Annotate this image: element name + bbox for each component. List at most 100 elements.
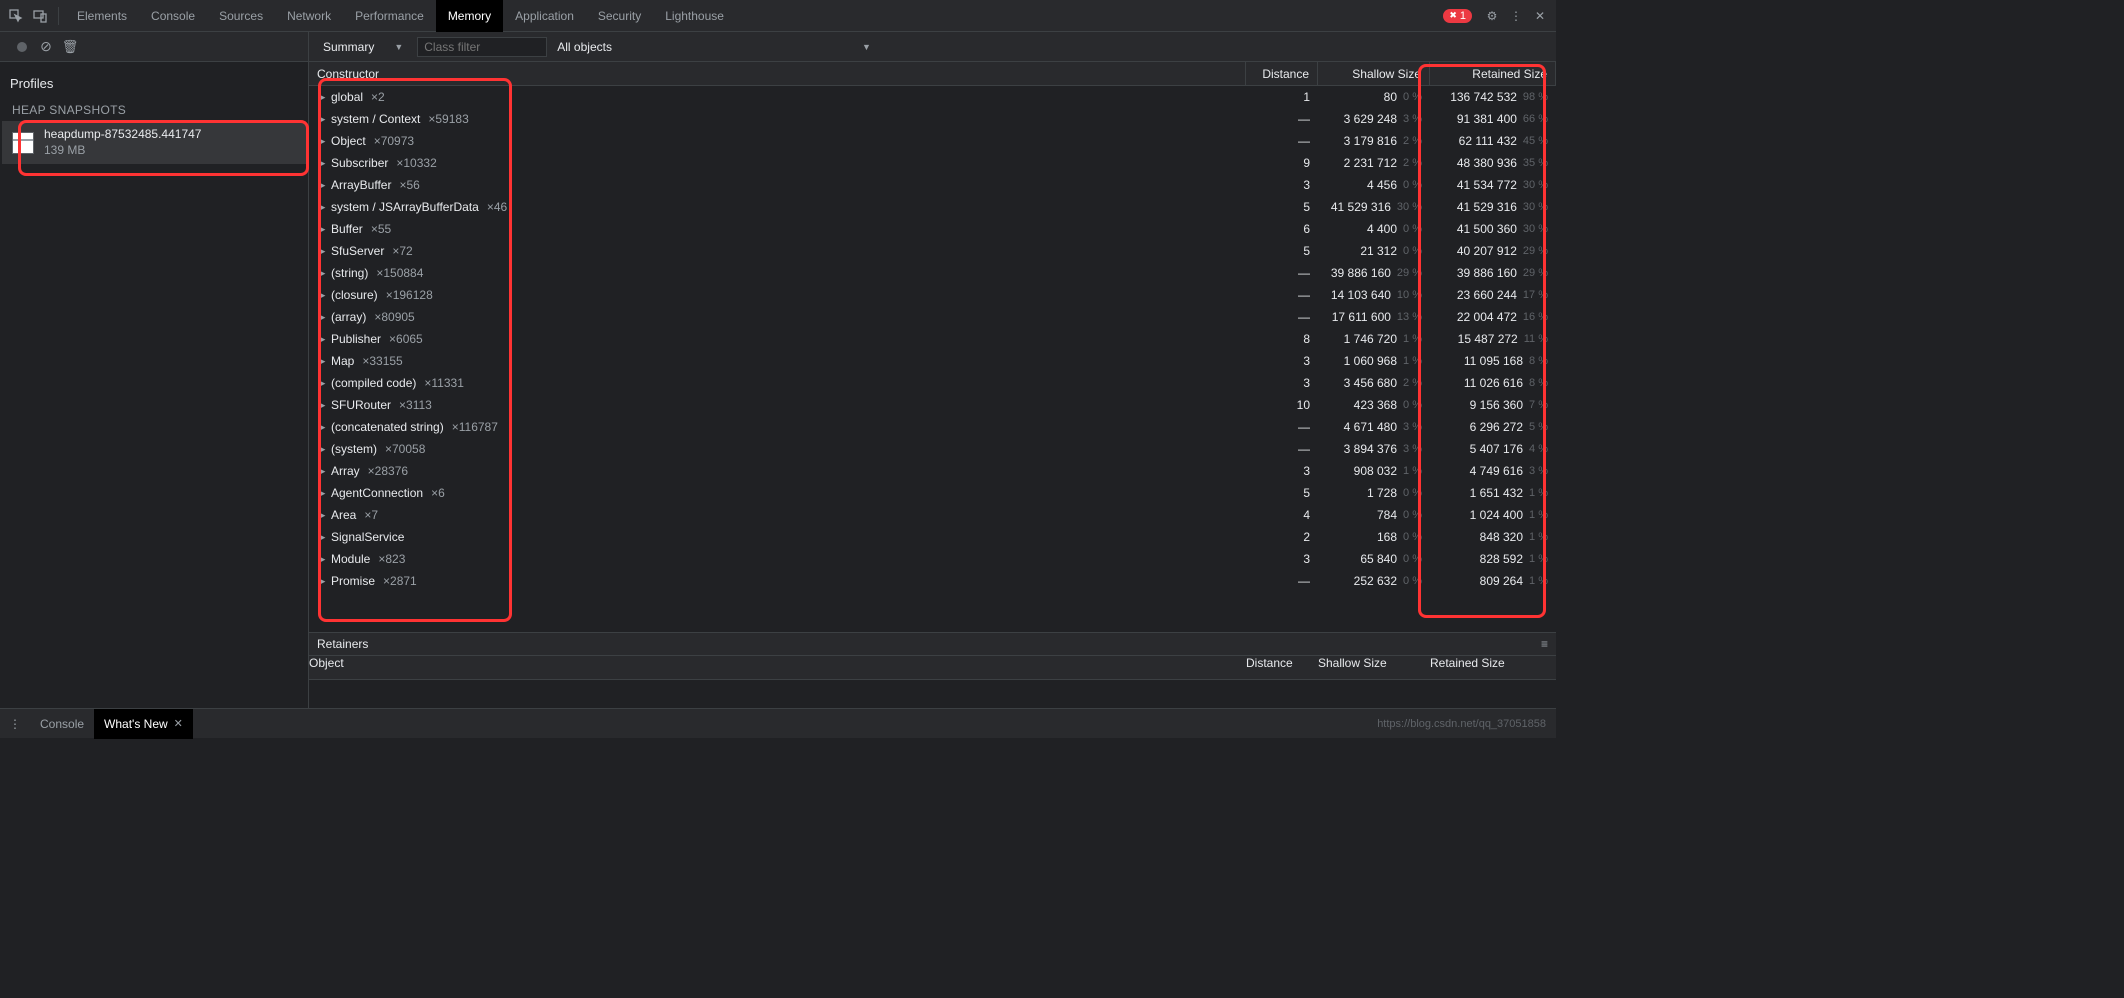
tab-memory[interactable]: Memory xyxy=(436,0,503,32)
inspect-icon[interactable] xyxy=(4,4,28,28)
disclosure-triangle-icon[interactable]: ▶ xyxy=(317,400,327,411)
disclosure-triangle-icon[interactable]: ▶ xyxy=(317,576,327,587)
disclosure-triangle-icon[interactable]: ▶ xyxy=(317,466,327,477)
retainers-menu-icon[interactable]: ≡ xyxy=(1541,637,1548,651)
table-row[interactable]: ▶Map×3315531 060 9681 %11 095 1688 % xyxy=(309,350,1556,372)
table-row[interactable]: ▶global×21800 %136 742 53298 % xyxy=(309,86,1556,108)
snapshot-size: 139 MB xyxy=(44,143,201,159)
constructor-name: Array xyxy=(331,464,360,478)
disclosure-triangle-icon[interactable]: ▶ xyxy=(317,158,327,169)
table-row[interactable]: ▶AgentConnection×651 7280 %1 651 4321 % xyxy=(309,482,1556,504)
disclosure-triangle-icon[interactable]: ▶ xyxy=(317,532,327,543)
retained-value: 1 024 400 xyxy=(1470,508,1523,522)
tab-sources[interactable]: Sources xyxy=(207,0,275,32)
devtools-panel: ElementsConsoleSourcesNetworkPerformance… xyxy=(0,0,1556,738)
tab-performance[interactable]: Performance xyxy=(343,0,436,32)
tab-elements[interactable]: Elements xyxy=(65,0,139,32)
retained-value: 22 004 472 xyxy=(1457,310,1517,324)
disclosure-triangle-icon[interactable]: ▶ xyxy=(317,136,327,147)
col-retained[interactable]: Retained Size xyxy=(1430,62,1556,85)
drawer-menu-icon[interactable]: ⋮ xyxy=(0,717,30,731)
disclosure-triangle-icon[interactable]: ▶ xyxy=(317,92,327,103)
shallow-value: 168 xyxy=(1377,530,1397,544)
snapshot-name: heapdump-87532485.441747 xyxy=(44,127,201,143)
tab-lighthouse[interactable]: Lighthouse xyxy=(653,0,736,32)
table-row[interactable]: ▶Subscriber×1033292 231 7122 %48 380 936… xyxy=(309,152,1556,174)
disclosure-triangle-icon[interactable]: ▶ xyxy=(317,488,327,499)
table-row[interactable]: ▶SfuServer×72521 3120 %40 207 91229 % xyxy=(309,240,1556,262)
delete-icon[interactable]: 🗑 xyxy=(58,35,82,59)
constructor-count: ×55 xyxy=(371,222,391,236)
settings-icon[interactable]: ⚙ xyxy=(1480,4,1504,28)
retainers-col-shallow[interactable]: Shallow Size xyxy=(1318,656,1430,679)
table-row[interactable]: ▶Area×747840 %1 024 4001 % xyxy=(309,504,1556,526)
col-constructor[interactable]: Constructor xyxy=(309,62,1246,85)
disclosure-triangle-icon[interactable]: ▶ xyxy=(317,268,327,279)
table-row[interactable]: ▶Promise×2871—252 6320 %809 2641 % xyxy=(309,570,1556,592)
class-filter-input[interactable] xyxy=(417,37,547,57)
disclosure-triangle-icon[interactable]: ▶ xyxy=(317,444,327,455)
disclosure-triangle-icon[interactable]: ▶ xyxy=(317,312,327,323)
disclosure-triangle-icon[interactable]: ▶ xyxy=(317,180,327,191)
drawer-tab-whatsnew[interactable]: What's New ✕ xyxy=(94,709,193,739)
distance-value: — xyxy=(1298,112,1310,126)
retainers-col-distance[interactable]: Distance xyxy=(1246,656,1318,679)
disclosure-triangle-icon[interactable]: ▶ xyxy=(317,422,327,433)
table-row[interactable]: ▶Buffer×5564 4000 %41 500 36030 % xyxy=(309,218,1556,240)
col-shallow[interactable]: Shallow Size xyxy=(1318,62,1430,85)
table-row[interactable]: ▶SFURouter×311310423 3680 %9 156 3607 % xyxy=(309,394,1556,416)
table-row[interactable]: ▶Module×823365 8400 %828 5921 % xyxy=(309,548,1556,570)
disclosure-triangle-icon[interactable]: ▶ xyxy=(317,356,327,367)
tab-security[interactable]: Security xyxy=(586,0,653,32)
table-row[interactable]: ▶(compiled code)×1133133 456 6802 %11 02… xyxy=(309,372,1556,394)
disclosure-triangle-icon[interactable]: ▶ xyxy=(317,510,327,521)
profiles-sidebar: Profiles HEAP SNAPSHOTS heapdump-8753248… xyxy=(0,62,309,708)
disclosure-triangle-icon[interactable]: ▶ xyxy=(317,554,327,565)
drawer-tabbar: ⋮ Console What's New ✕ https://blog.csdn… xyxy=(0,708,1556,738)
table-row[interactable]: ▶(concatenated string)×116787—4 671 4803… xyxy=(309,416,1556,438)
record-icon[interactable] xyxy=(10,35,34,59)
retainers-col-object[interactable]: Object xyxy=(309,656,1246,679)
profiles-title: Profiles xyxy=(0,68,308,99)
device-toggle-icon[interactable] xyxy=(28,4,52,28)
table-row[interactable]: ▶system / Context×59183—3 629 2483 %91 3… xyxy=(309,108,1556,130)
table-row[interactable]: ▶(string)×150884—39 886 16029 %39 886 16… xyxy=(309,262,1556,284)
table-row[interactable]: ▶Object×70973—3 179 8162 %62 111 43245 % xyxy=(309,130,1556,152)
scope-dropdown[interactable]: All objects ▼ xyxy=(557,40,871,54)
disclosure-triangle-icon[interactable]: ▶ xyxy=(317,224,327,235)
retained-value: 15 487 272 xyxy=(1458,332,1518,346)
col-distance[interactable]: Distance xyxy=(1246,62,1318,85)
tab-console[interactable]: Console xyxy=(139,0,207,32)
retainers-col-retained[interactable]: Retained Size xyxy=(1430,656,1556,679)
table-row[interactable]: ▶Publisher×606581 746 7201 %15 487 27211… xyxy=(309,328,1556,350)
more-icon[interactable]: ⋮ xyxy=(1504,4,1528,28)
table-row[interactable]: ▶system / JSArrayBufferData×46541 529 31… xyxy=(309,196,1556,218)
table-row[interactable]: ▶Array×283763908 0321 %4 749 6163 % xyxy=(309,460,1556,482)
disclosure-triangle-icon[interactable]: ▶ xyxy=(317,202,327,213)
table-row[interactable]: ▶(closure)×196128—14 103 64010 %23 660 2… xyxy=(309,284,1556,306)
table-row[interactable]: ▶ArrayBuffer×5634 4560 %41 534 77230 % xyxy=(309,174,1556,196)
constructor-count: ×10332 xyxy=(396,156,436,170)
disclosure-triangle-icon[interactable]: ▶ xyxy=(317,334,327,345)
tab-application[interactable]: Application xyxy=(503,0,586,32)
disclosure-triangle-icon[interactable]: ▶ xyxy=(317,246,327,257)
disclosure-triangle-icon[interactable]: ▶ xyxy=(317,378,327,389)
table-row[interactable]: ▶SignalService21680 %848 3201 % xyxy=(309,526,1556,548)
view-dropdown[interactable]: Summary ▼ xyxy=(319,40,407,54)
table-row[interactable]: ▶(system)×70058—3 894 3763 %5 407 1764 % xyxy=(309,438,1556,460)
retained-pct: 16 % xyxy=(1523,311,1548,323)
disclosure-triangle-icon[interactable]: ▶ xyxy=(317,290,327,301)
grid-body[interactable]: ▶global×21800 %136 742 53298 %▶system / … xyxy=(309,86,1556,632)
clear-icon[interactable]: ⊘ xyxy=(34,35,58,59)
retained-value: 39 886 160 xyxy=(1457,266,1517,280)
close-icon[interactable]: ✕ xyxy=(174,717,183,730)
close-icon[interactable]: ✕ xyxy=(1528,4,1552,28)
retained-pct: 1 % xyxy=(1529,531,1548,543)
table-row[interactable]: ▶(array)×80905—17 611 60013 %22 004 4721… xyxy=(309,306,1556,328)
error-badge[interactable]: 1 xyxy=(1443,9,1472,23)
snapshot-item[interactable]: heapdump-87532485.441747 139 MB xyxy=(2,121,306,164)
shallow-pct: 0 % xyxy=(1403,179,1422,191)
disclosure-triangle-icon[interactable]: ▶ xyxy=(317,114,327,125)
tab-network[interactable]: Network xyxy=(275,0,343,32)
drawer-tab-console[interactable]: Console xyxy=(30,709,94,739)
